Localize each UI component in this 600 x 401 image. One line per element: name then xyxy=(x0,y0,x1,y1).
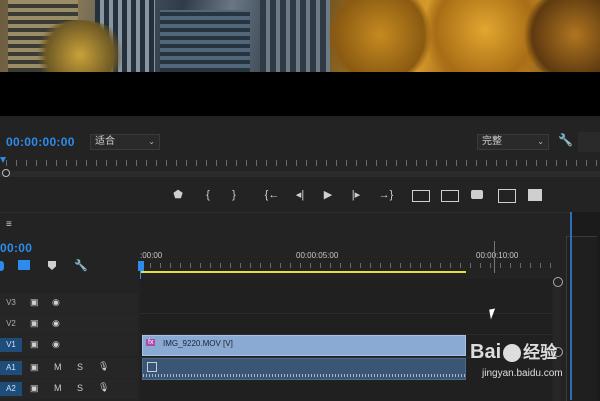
work-area-bar[interactable] xyxy=(140,271,466,273)
microphone-icon[interactable]: 🎙 xyxy=(98,361,109,372)
watermark-brand2-text: 经验 xyxy=(523,343,558,362)
scrollbar-handle-top[interactable] xyxy=(553,277,563,287)
eye-icon[interactable]: ◉ xyxy=(52,318,60,329)
multicam-icon[interactable] xyxy=(528,189,542,201)
snap-icon[interactable] xyxy=(0,261,4,271)
timeline-settings-wrench-icon[interactable]: 🔧 xyxy=(74,259,88,272)
eye-icon[interactable]: ◉ xyxy=(52,297,60,308)
timeline-timecode[interactable]: 00:00 xyxy=(0,241,32,255)
toggle-sync-lock-icon[interactable]: ▣ xyxy=(30,383,39,394)
go-to-out-button[interactable]: →} xyxy=(376,188,396,202)
toggle-sync-lock-icon[interactable]: ▣ xyxy=(30,297,39,308)
mark-out-button[interactable]: } xyxy=(226,188,242,202)
playback-resolution-select[interactable]: 完整 ⌄ xyxy=(477,134,549,150)
program-monitor-video xyxy=(0,0,600,72)
ruler-label-5: 00:00:05:00 xyxy=(296,251,339,260)
solo-button[interactable]: S xyxy=(77,383,83,393)
track-label-v1[interactable]: V1 xyxy=(0,338,22,352)
zoom-scrollbar[interactable] xyxy=(0,171,600,177)
toggle-sync-lock-icon[interactable]: ▣ xyxy=(30,362,39,373)
paw-icon xyxy=(503,343,522,362)
monitor-ruler[interactable] xyxy=(6,160,600,166)
ruler-cursor-line xyxy=(494,241,495,273)
track-label-v2[interactable]: V2 xyxy=(0,319,22,328)
timeline-menu-icon[interactable]: ≡ xyxy=(6,219,12,230)
lift-icon[interactable] xyxy=(412,190,430,202)
zoom-level-value: 适合 xyxy=(95,136,115,147)
mark-in-button[interactable]: { xyxy=(200,188,216,202)
monitor-controls-panel: 00:00:00:00 适合 ⌄ 完整 ⌄ 🔧 ⬟ { } {← ◂| ▶ |▸… xyxy=(0,116,600,212)
zoom-level-select[interactable]: 适合 ⌄ xyxy=(90,134,160,150)
watermark-url: jingyan.baidu.com xyxy=(482,368,563,379)
playhead-marker[interactable] xyxy=(0,157,6,163)
video-clip-label: IMG_9220.MOV [V] xyxy=(163,339,233,348)
mute-button[interactable]: M xyxy=(54,362,62,372)
settings-wrench-icon[interactable]: 🔧 xyxy=(558,133,573,147)
panel-focus-border xyxy=(570,212,572,400)
watermark-brand-text: Bai xyxy=(470,341,502,363)
extract-icon[interactable] xyxy=(441,190,459,202)
add-marker-button[interactable]: ⬟ xyxy=(170,188,186,202)
zoom-handle[interactable] xyxy=(2,169,10,177)
solo-button[interactable]: S xyxy=(77,362,83,372)
playhead-timecode[interactable]: 00:00:00:00 xyxy=(6,135,75,149)
chevron-down-icon: ⌄ xyxy=(148,137,155,146)
comparison-view-icon[interactable] xyxy=(498,189,516,203)
go-to-in-button[interactable]: {← xyxy=(262,188,282,202)
track-header-a2: A2 ▣ M S 🎙 xyxy=(0,379,138,399)
video-clip[interactable]: fx IMG_9220.MOV [V] xyxy=(142,335,466,356)
step-forward-button[interactable]: |▸ xyxy=(348,188,364,202)
export-frame-camera-icon[interactable] xyxy=(471,190,483,199)
ruler-label-0: :00:00 xyxy=(140,251,163,260)
track-header-v2: V2 ▣ ◉ xyxy=(0,314,138,334)
watermark-brand: Bai 经验 xyxy=(470,338,557,364)
timeline-ruler[interactable] xyxy=(140,263,552,268)
ruler-label-10: 00:00:10:00 xyxy=(476,251,519,260)
microphone-icon[interactable]: 🎙 xyxy=(98,382,109,393)
toggle-sync-lock-icon[interactable]: ▣ xyxy=(30,318,39,329)
eye-icon[interactable]: ◉ xyxy=(52,339,60,350)
track-header-a1: A1 ▣ M S 🎙 xyxy=(0,358,138,378)
track-header-v3: V3 ▣ ◉ xyxy=(0,293,138,313)
track-label-v3[interactable]: V3 xyxy=(0,298,22,307)
panel-menu-button[interactable] xyxy=(578,132,600,152)
toggle-sync-lock-icon[interactable]: ▣ xyxy=(30,339,39,350)
mute-button[interactable]: M xyxy=(54,383,62,393)
audio-clip[interactable] xyxy=(142,358,466,380)
audio-clip-fx-box xyxy=(147,362,157,372)
track-header-v1: V1 ▣ ◉ xyxy=(0,335,138,355)
linked-selection-icon[interactable] xyxy=(18,260,30,270)
chevron-down-icon: ⌄ xyxy=(537,137,544,146)
letterbox xyxy=(0,72,600,116)
audio-waveform xyxy=(143,374,465,377)
track-label-a2[interactable]: A2 xyxy=(0,382,22,396)
fx-badge: fx xyxy=(146,339,156,346)
play-button[interactable]: ▶ xyxy=(320,188,336,202)
track-label-a1[interactable]: A1 xyxy=(0,361,22,375)
playback-resolution-value: 完整 xyxy=(482,136,502,147)
add-marker-icon[interactable] xyxy=(48,261,56,270)
step-back-button[interactable]: ◂| xyxy=(292,188,308,202)
timeline-playhead[interactable] xyxy=(138,261,144,271)
